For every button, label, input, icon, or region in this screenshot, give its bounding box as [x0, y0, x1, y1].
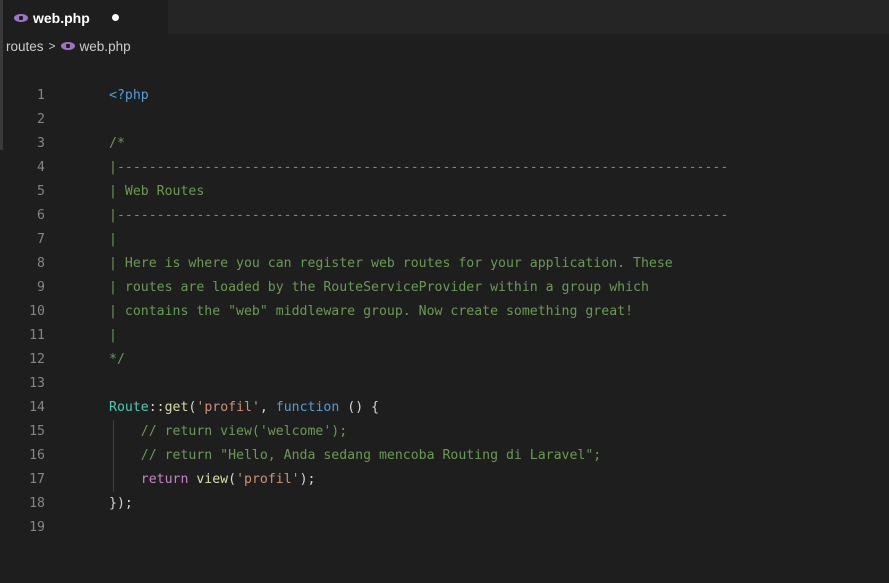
line-number: 15: [29, 424, 45, 439]
line-number: 12: [29, 352, 45, 367]
line-number: 5: [37, 184, 45, 199]
line-number: 13: [29, 376, 45, 391]
code-token: ,: [259, 400, 276, 415]
line-code: | Here is where you can register web rou…: [109, 252, 673, 276]
line-code: | contains the "web" middleware group. N…: [109, 300, 633, 324]
line-number: 2: [37, 112, 45, 127]
code-token: | routes are loaded by the RouteServiceP…: [109, 280, 649, 295]
code-token: // return "Hello, Anda sedang mencoba Ro…: [109, 448, 602, 463]
code-token: view: [196, 472, 229, 487]
tab-title: web.php: [33, 9, 90, 26]
line-number: 11: [29, 328, 45, 343]
breadcrumb-folder[interactable]: routes: [6, 39, 44, 54]
code-token: // return view('welcome');: [109, 424, 348, 439]
code-line[interactable]: 9 | routes are loaded by the RouteService…: [0, 276, 889, 300]
code-line[interactable]: 18});: [0, 492, 889, 516]
line-number: 16: [29, 448, 45, 463]
code-token: return: [140, 472, 189, 487]
code-token: 'profil': [236, 472, 300, 487]
code-token: | contains the "web" middleware group. N…: [109, 304, 634, 319]
line-code: |---------------------------------------…: [109, 204, 728, 228]
code-token: get: [164, 400, 189, 415]
tab-bar: web.php: [0, 0, 889, 34]
line-code: // return "Hello, Anda sedang mencoba Ro…: [109, 444, 602, 468]
line-number: 8: [37, 256, 45, 271]
code-line[interactable]: 5 | Web Routes: [0, 180, 889, 204]
code-line[interactable]: 2: [0, 108, 889, 132]
code-line[interactable]: 19: [0, 516, 889, 540]
editor-window: web.php routes > web.php 1 <?php 2 3 /* 4 |---…: [0, 0, 889, 583]
code-line[interactable]: 10 | contains the "web" middleware group.…: [0, 300, 889, 324]
line-number: 19: [29, 520, 45, 535]
code-token: |---------------------------------------…: [109, 160, 729, 175]
code-line[interactable]: 1 <?php: [0, 84, 889, 108]
code-editor[interactable]: 1 <?php 2 3 /* 4 |----------------------------…: [0, 0, 889, 583]
code-token: */: [109, 352, 125, 367]
code-token: });: [109, 496, 133, 511]
line-number: 7: [37, 232, 45, 247]
code-token: | Here is where you can register web rou…: [109, 256, 673, 271]
code-line[interactable]: 16 // return "Hello, Anda sedang mencoba…: [0, 444, 889, 468]
line-number: 17: [29, 472, 45, 487]
code-token: <?php: [109, 88, 149, 103]
code-token: );: [299, 472, 316, 487]
line-code: /*: [109, 132, 125, 156]
code-line[interactable]: 17 return view('profil');: [0, 468, 889, 492]
code-token: (: [228, 472, 237, 487]
line-number: 6: [37, 208, 45, 223]
code-line[interactable]: 14 Route::get('profil', function () {: [0, 396, 889, 420]
breadcrumb-file[interactable]: web.php: [80, 39, 131, 54]
code-token: Route: [109, 400, 149, 415]
code-token: function: [275, 400, 340, 415]
unsaved-dot-icon[interactable]: [111, 14, 119, 21]
line-code: <?php: [109, 84, 149, 108]
code-line[interactable]: 15 // return view('welcome');: [0, 420, 889, 444]
line-code: | routes are loaded by the RouteServiceP…: [109, 276, 649, 300]
code-line[interactable]: 4 |--------------------------------------…: [0, 156, 889, 180]
line-code: | Web Routes: [109, 180, 204, 204]
line-number: 3: [37, 136, 45, 151]
code-token: 'profil': [196, 400, 260, 415]
code-line[interactable]: 11 |: [0, 324, 889, 348]
line-code: Route::get('profil', function () {: [109, 396, 379, 420]
line-code: |: [109, 228, 117, 252]
code-line[interactable]: 8 | Here is where you can register web ro…: [0, 252, 889, 276]
line-number: 14: [29, 400, 45, 415]
breadcrumb: routes > web.php: [0, 34, 889, 58]
tab-web-php[interactable]: web.php: [0, 0, 168, 34]
line-code: return view('profil');: [109, 468, 316, 492]
line-number: 4: [37, 160, 45, 175]
line-code: // return view('welcome');: [109, 420, 347, 444]
code-line[interactable]: 12 */: [0, 348, 889, 372]
php-elephant-icon: [14, 13, 28, 22]
line-code: |: [109, 324, 117, 348]
code-line[interactable]: 7 |: [0, 228, 889, 252]
line-number: 1: [37, 88, 45, 103]
code-token: |: [109, 328, 117, 343]
line-code: |---------------------------------------…: [109, 156, 728, 180]
php-elephant-icon: [60, 42, 75, 50]
code-token: |: [109, 232, 117, 247]
line-number: 9: [37, 280, 45, 295]
code-token: /*: [109, 136, 125, 151]
line-number: 18: [29, 496, 45, 511]
line-code: */: [109, 348, 125, 372]
code-token: |---------------------------------------…: [109, 208, 729, 223]
code-line[interactable]: 13: [0, 372, 889, 396]
code-line[interactable]: 3 /*: [0, 132, 889, 156]
line-number: 10: [29, 304, 45, 319]
code-token: ::: [148, 400, 165, 415]
code-token: () {: [339, 400, 380, 415]
code-token: | Web Routes: [109, 184, 205, 199]
line-code: });: [109, 492, 133, 516]
breadcrumb-separator: >: [48, 39, 56, 53]
code-line[interactable]: 6 |--------------------------------------…: [0, 204, 889, 228]
